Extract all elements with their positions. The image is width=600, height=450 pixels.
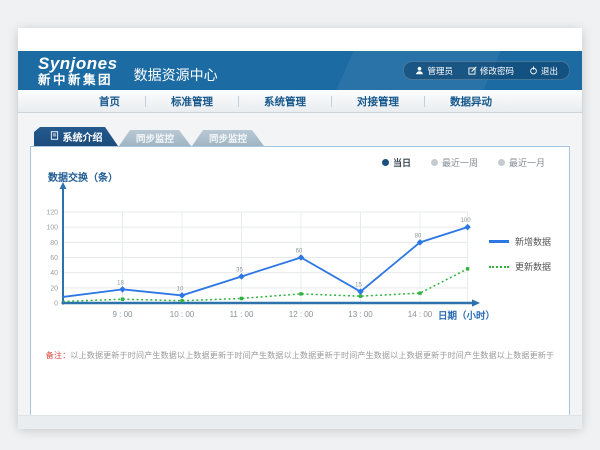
radio-label: 最近一月 bbox=[509, 156, 545, 169]
svg-text:10: 10 bbox=[177, 286, 184, 292]
svg-text:12 : 00: 12 : 00 bbox=[289, 310, 314, 319]
footnote-prefix: 备注： bbox=[46, 351, 71, 360]
nav-item-home[interactable]: 首页 bbox=[74, 94, 145, 109]
tab-label: 同步监控 bbox=[136, 131, 174, 145]
tab-bar: 系统介绍 同步监控 同步监控 bbox=[34, 127, 264, 146]
chart-legend: 新增数据 更新数据 bbox=[489, 235, 551, 273]
synjones-logo: Synjones 新中新集团 bbox=[38, 55, 118, 87]
main-nav: 首页 标准管理 系统管理 对接管理 数据异动 bbox=[18, 90, 582, 113]
legend-swatch-solid bbox=[489, 240, 509, 243]
change-password-button[interactable]: 修改密码 bbox=[468, 65, 514, 77]
svg-text:120: 120 bbox=[46, 210, 58, 217]
svg-text:100: 100 bbox=[46, 225, 58, 232]
svg-text:20: 20 bbox=[50, 285, 58, 292]
footnote: 备注：以上数据更新于时间产生数据以上数据更新于时间产生数据以上数据更新于时间产生… bbox=[31, 350, 569, 361]
svg-text:18: 18 bbox=[117, 280, 124, 286]
logo-brand-text: Synjones bbox=[38, 55, 118, 72]
nav-item-system[interactable]: 系统管理 bbox=[239, 94, 331, 109]
chart-panel: 当日 最近一周 最近一月 数据交换（条） 0204060801001209 : … bbox=[30, 146, 570, 416]
tab-sync-monitor-2[interactable]: 同步监控 bbox=[192, 130, 264, 146]
admin-user-label: 管理员 bbox=[427, 65, 453, 77]
logo-subtitle-text: 新中新集团 bbox=[38, 74, 118, 87]
legend-item-new-data[interactable]: 新增数据 bbox=[489, 235, 551, 248]
svg-text:35: 35 bbox=[236, 267, 243, 273]
svg-text:10 : 00: 10 : 00 bbox=[170, 310, 195, 319]
nav-item-integration[interactable]: 对接管理 bbox=[332, 94, 424, 109]
app-header: Synjones 新中新集团 数据资源中心 管理员 修改密码 退出 bbox=[18, 51, 582, 90]
svg-text:日期（小时）: 日期（小时） bbox=[438, 310, 495, 322]
change-password-label: 修改密码 bbox=[480, 65, 514, 77]
exchange-line-chart: 0 20 40 60 80 100 120 9 : 00 10 : 00 11 : 00 12 : … bbox=[39, 181, 499, 323]
svg-text:100: 100 bbox=[461, 218, 472, 224]
page-title: 数据资源中心 bbox=[134, 56, 218, 85]
svg-text:15: 15 bbox=[355, 283, 362, 289]
user-toolbar: 管理员 修改密码 退出 bbox=[403, 61, 570, 80]
radio-dot-icon bbox=[431, 159, 438, 166]
content-area: 系统介绍 同步监控 同步监控 当日 最近一周 bbox=[18, 113, 582, 429]
svg-text:80: 80 bbox=[415, 233, 422, 239]
document-icon bbox=[50, 131, 59, 143]
radio-today[interactable]: 当日 bbox=[382, 156, 411, 169]
app-window: Synjones 新中新集团 数据资源中心 管理员 修改密码 退出 首页 标准管… bbox=[18, 28, 582, 428]
legend-label: 新增数据 bbox=[515, 235, 551, 248]
window-top-strip bbox=[18, 28, 582, 51]
nav-item-standards[interactable]: 标准管理 bbox=[146, 94, 238, 109]
svg-text:11 : 00: 11 : 00 bbox=[230, 310, 254, 319]
svg-text:9 : 00: 9 : 00 bbox=[112, 310, 133, 319]
radio-label: 当日 bbox=[393, 156, 411, 169]
legend-item-updated-data[interactable]: 更新数据 bbox=[489, 260, 551, 273]
svg-text:60: 60 bbox=[50, 255, 58, 262]
svg-text:40: 40 bbox=[50, 270, 58, 277]
svg-text:0: 0 bbox=[54, 301, 58, 308]
tab-label: 系统介绍 bbox=[63, 129, 103, 144]
legend-label: 更新数据 bbox=[515, 260, 551, 273]
radio-label: 最近一周 bbox=[442, 156, 478, 169]
window-footer-strip bbox=[18, 415, 582, 429]
svg-text:60: 60 bbox=[296, 249, 303, 255]
tab-system-intro[interactable]: 系统介绍 bbox=[34, 127, 118, 146]
svg-text:13 : 00: 13 : 00 bbox=[348, 310, 373, 319]
svg-text:14 : 00: 14 : 00 bbox=[408, 310, 433, 319]
tab-sync-monitor-1[interactable]: 同步监控 bbox=[119, 130, 191, 146]
nav-item-data-change[interactable]: 数据异动 bbox=[425, 94, 517, 109]
radio-last-month[interactable]: 最近一月 bbox=[498, 156, 545, 169]
power-icon bbox=[529, 66, 538, 75]
radio-dot-icon bbox=[382, 159, 389, 166]
tab-label: 同步监控 bbox=[209, 131, 247, 145]
user-icon bbox=[415, 66, 424, 75]
logout-label: 退出 bbox=[541, 65, 558, 77]
admin-user-button[interactable]: 管理员 bbox=[415, 65, 453, 77]
radio-dot-icon bbox=[498, 159, 505, 166]
edit-icon bbox=[468, 66, 477, 75]
radio-last-week[interactable]: 最近一周 bbox=[431, 156, 478, 169]
chart-svg: 0 20 40 60 80 100 120 9 : 00 10 : 00 11 : 00 12 : … bbox=[39, 181, 499, 323]
logout-button[interactable]: 退出 bbox=[529, 65, 558, 77]
svg-text:80: 80 bbox=[50, 240, 58, 247]
legend-swatch-dotted bbox=[489, 266, 509, 268]
time-range-options: 当日 最近一周 最近一月 bbox=[382, 156, 545, 169]
footnote-text: 以上数据更新于时间产生数据以上数据更新于时间产生数据以上数据更新于时间产生数据以… bbox=[70, 351, 554, 360]
